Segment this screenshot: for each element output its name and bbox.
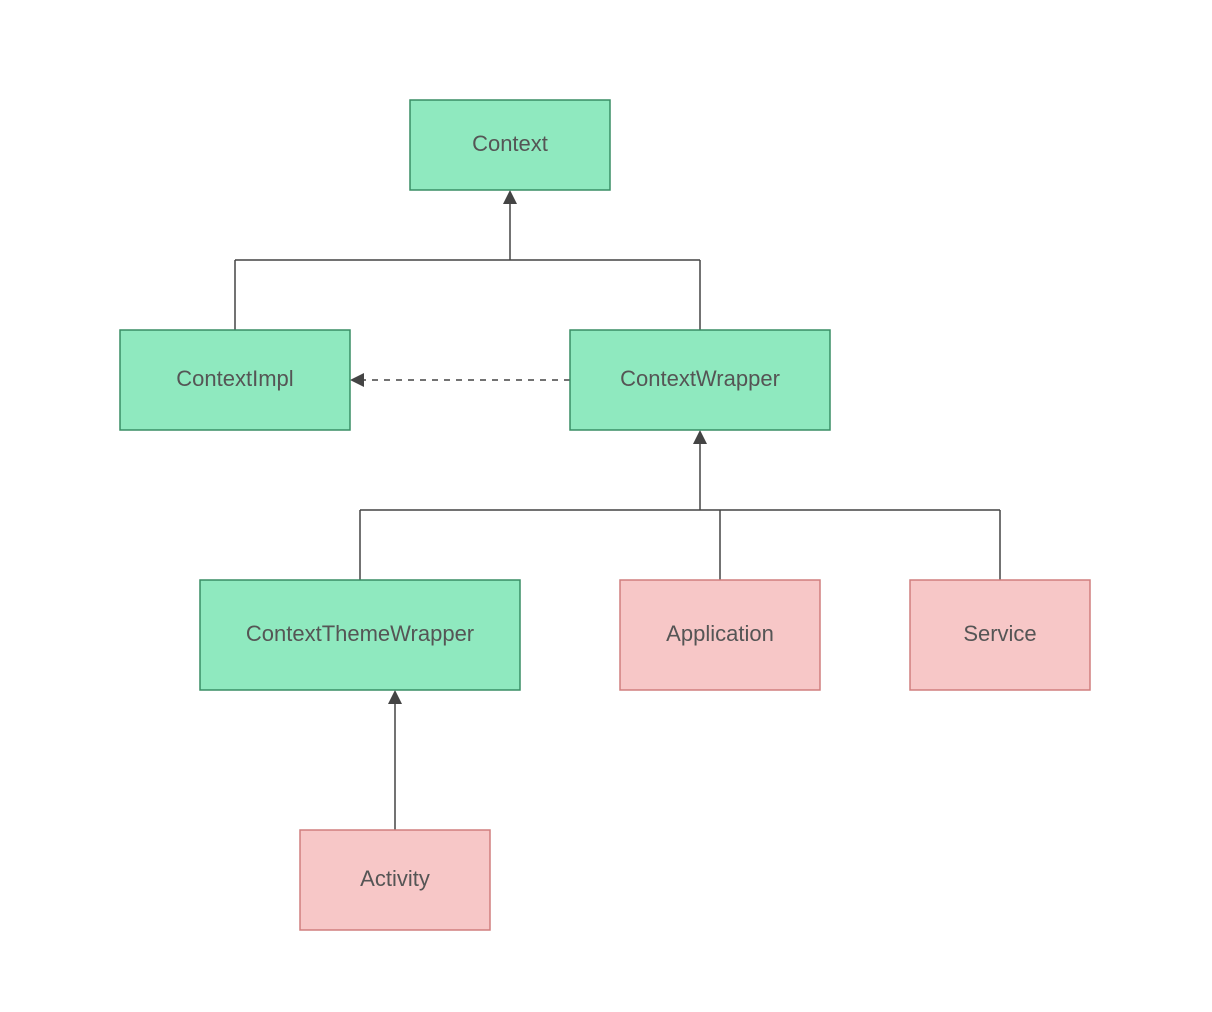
node-context-theme-wrapper: ContextThemeWrapper [200, 580, 520, 690]
node-label-activity: Activity [360, 866, 430, 891]
node-context-impl: ContextImpl [120, 330, 350, 430]
node-application: Application [620, 580, 820, 690]
node-label-context-impl: ContextImpl [176, 366, 293, 391]
node-context-wrapper: ContextWrapper [570, 330, 830, 430]
edge-to-context [235, 190, 700, 330]
node-label-service: Service [963, 621, 1036, 646]
edge-wrapper-to-impl [350, 373, 570, 387]
node-label-application: Application [666, 621, 774, 646]
edge-activity-to-themewrapper [388, 690, 402, 830]
node-label-context: Context [472, 131, 548, 156]
edge-to-context-wrapper [360, 430, 1000, 580]
class-hierarchy-diagram: Context ContextImpl ContextWrapper ContextT… [0, 0, 1212, 1012]
node-label-context-theme-wrapper: ContextThemeWrapper [246, 621, 474, 646]
node-activity: Activity [300, 830, 490, 930]
node-context: Context [410, 100, 610, 190]
node-label-context-wrapper: ContextWrapper [620, 366, 780, 391]
node-service: Service [910, 580, 1090, 690]
